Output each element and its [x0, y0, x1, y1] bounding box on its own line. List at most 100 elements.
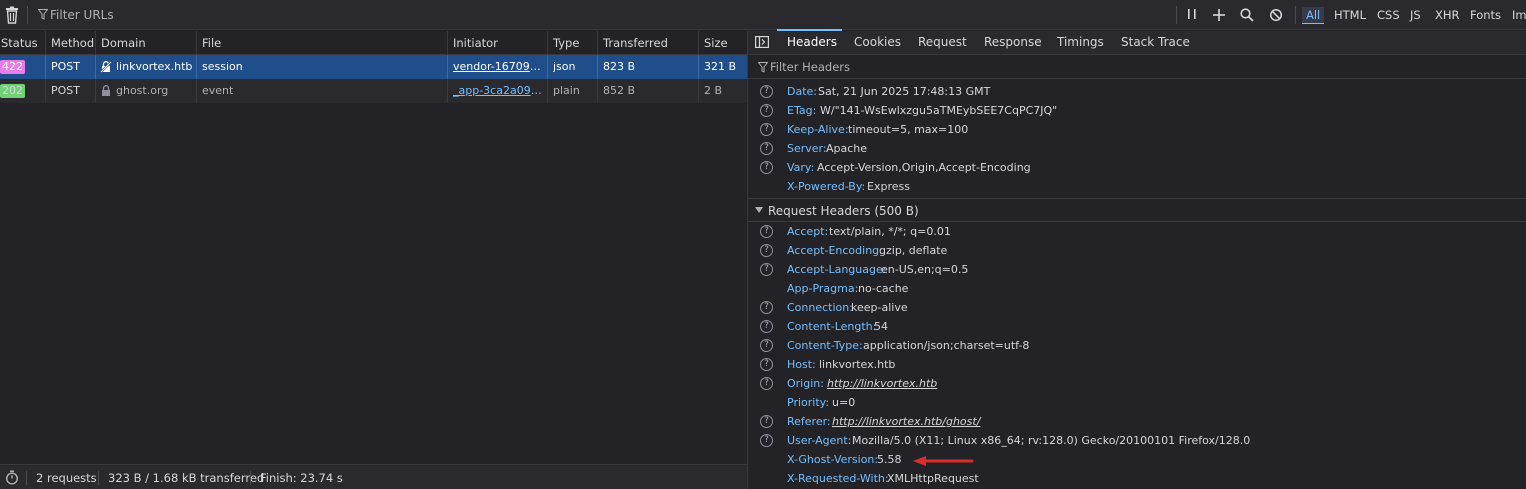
filter-images[interactable]: Ima [1512, 8, 1526, 22]
help-icon[interactable]: ? [760, 263, 773, 276]
request-headers-title: Request Headers (500 B) [768, 204, 919, 218]
header-row-origin: ? Origin: http://linkvortex.htb [748, 374, 1526, 393]
toggle-sidebar-icon[interactable] [755, 36, 769, 48]
header-row-x-requested-with: X-Requested-With: XMLHttpRequest [748, 469, 1526, 488]
status-badge: 202 [0, 84, 25, 98]
header-value: text/plain, */*; q=0.01 [829, 225, 951, 238]
header-name: App-Pragma: [787, 282, 859, 295]
transferred-cell: 823 B [603, 60, 636, 73]
domain-cell: ghost.org [116, 84, 169, 97]
network-toolbar: All HTML CSS JS XHR Fonts Ima [0, 0, 1526, 30]
stopwatch-icon[interactable] [5, 470, 19, 485]
table-row[interactable]: 422 POST linkvortex.htb session vendor-1… [0, 55, 747, 79]
tab-request[interactable]: Request [918, 35, 967, 49]
help-icon[interactable]: ? [760, 339, 773, 352]
plus-icon[interactable] [1211, 7, 1227, 23]
request-headers-section-toggle[interactable]: Request Headers (500 B) [748, 198, 1526, 222]
transferred-summary: 323 B / 1.68 kB transferred [108, 471, 265, 485]
help-icon[interactable]: ? [760, 85, 773, 98]
column-type[interactable]: Type [553, 36, 579, 50]
header-value: en-US,en;q=0.5 [881, 263, 969, 276]
column-status[interactable]: Status [1, 36, 38, 50]
filter-headers-input[interactable] [770, 58, 1170, 76]
filter-xhr[interactable]: XHR [1435, 8, 1460, 22]
header-value: linkvortex.htb [819, 358, 896, 371]
tab-timings[interactable]: Timings [1057, 35, 1104, 49]
filter-urls-input[interactable] [50, 6, 450, 24]
header-name: Accept-Encoding: [787, 244, 883, 257]
file-cell: session [202, 60, 243, 73]
filter-icon [38, 9, 48, 20]
help-icon[interactable]: ? [760, 104, 773, 117]
help-icon[interactable]: ? [760, 434, 773, 447]
help-icon[interactable]: ? [760, 415, 773, 428]
block-icon[interactable] [1268, 7, 1284, 23]
column-size[interactable]: Size [704, 36, 728, 50]
help-icon[interactable]: ? [760, 225, 773, 238]
filter-html[interactable]: HTML [1334, 8, 1366, 22]
header-row-keep-alive: ? Keep-Alive: timeout=5, max=100 [748, 120, 1526, 139]
header-name: Connection: [787, 301, 853, 314]
filter-all[interactable]: All [1302, 7, 1325, 24]
lock-icon [102, 85, 110, 96]
referer-link[interactable]: http://linkvortex.htb/ghost/ [832, 415, 980, 428]
method-cell: POST [51, 84, 80, 97]
header-value: Mozilla/5.0 (X11; Linux x86_64; rv:128.0… [852, 434, 1251, 447]
trash-icon[interactable] [4, 6, 20, 24]
header-value: Express [867, 180, 910, 193]
column-method[interactable]: Method [51, 36, 94, 50]
help-icon[interactable]: ? [760, 358, 773, 371]
help-icon[interactable]: ? [760, 161, 773, 174]
help-icon[interactable]: ? [760, 320, 773, 333]
header-value: 5.58 [877, 453, 902, 466]
help-icon[interactable]: ? [760, 301, 773, 314]
help-icon[interactable]: ? [760, 123, 773, 136]
header-name: ETag: [787, 104, 817, 117]
header-row-priority: Priority: u=0 [748, 393, 1526, 412]
request-list: Status Method Domain File Initiator Type… [0, 31, 747, 464]
file-cell: event [202, 84, 234, 97]
help-icon[interactable]: ? [760, 244, 773, 257]
header-name: Origin: [787, 377, 824, 390]
tab-headers[interactable]: Headers [787, 35, 837, 49]
header-row-accept-encoding: ? Accept-Encoding: gzip, deflate [748, 241, 1526, 260]
filter-icon [758, 62, 768, 73]
type-cell: json [553, 60, 576, 73]
header-name: X-Requested-With: [787, 472, 889, 485]
help-icon[interactable]: ? [760, 142, 773, 155]
search-icon[interactable] [1239, 7, 1255, 23]
header-row-content-type: ? Content-Type: application/json;charset… [748, 336, 1526, 355]
request-count: 2 requests [36, 471, 97, 485]
tab-response[interactable]: Response [984, 35, 1042, 49]
chevron-down-icon [755, 207, 763, 213]
origin-link[interactable]: http://linkvortex.htb [827, 377, 937, 390]
tab-stack-trace[interactable]: Stack Trace [1121, 35, 1190, 49]
initiator-link[interactable]: _app-3ca2a09b… [453, 84, 543, 97]
insecure-lock-icon [100, 61, 112, 73]
initiator-link[interactable]: vendor-16709e… [453, 60, 543, 73]
header-name: Server: [787, 142, 827, 155]
column-initiator[interactable]: Initiator [453, 36, 498, 50]
filter-js[interactable]: JS [1410, 8, 1421, 22]
header-row-referer: ? Referer: http://linkvortex.htb/ghost/ [748, 412, 1526, 431]
size-cell: 2 B [704, 84, 723, 97]
header-name: Priority: [787, 396, 830, 409]
header-name: User-Agent: [787, 434, 852, 447]
help-icon[interactable]: ? [760, 377, 773, 390]
header-row-x-powered-by: X-Powered-By: Express [748, 177, 1526, 196]
column-domain[interactable]: Domain [101, 36, 146, 50]
filter-css[interactable]: CSS [1377, 8, 1400, 22]
column-transferred[interactable]: Transferred [603, 36, 668, 50]
filter-fonts[interactable]: Fonts [1470, 8, 1501, 22]
header-value: keep-alive [851, 301, 908, 314]
header-value: 54 [874, 320, 888, 333]
pause-icon[interactable] [1184, 7, 1200, 23]
header-row-content-length: ? Content-Length: 54 [748, 317, 1526, 336]
header-name: Content-Length: [787, 320, 877, 333]
column-file[interactable]: File [202, 36, 221, 50]
toolbar-divider [1295, 6, 1296, 24]
request-details-panel: Headers Cookies Request Response Timings… [747, 29, 1526, 489]
tab-cookies[interactable]: Cookies [854, 35, 901, 49]
finish-time: Finish: 23.74 s [260, 471, 343, 485]
table-row[interactable]: 202 POST ghost.org event _app-3ca2a09b… … [0, 79, 747, 103]
